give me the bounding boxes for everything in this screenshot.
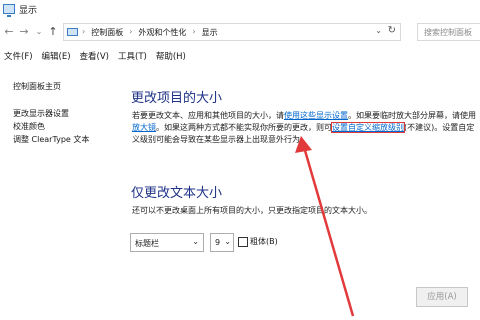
breadcrumb-appearance[interactable]: 外观和个性化: [138, 27, 186, 38]
recent-dropdown-icon[interactable]: ⌄: [33, 25, 45, 39]
sidebar: 控制面板主页 更改显示器设置 校准颜色 调整 ClearType 文本: [13, 80, 113, 146]
up-arrow-icon[interactable]: ↑: [47, 25, 59, 39]
custom-scaling-link[interactable]: 设置自定义缩放级别: [331, 122, 405, 133]
refresh-icon[interactable]: ↻: [388, 25, 396, 36]
apply-button[interactable]: 应用(A): [416, 287, 468, 307]
back-arrow-icon[interactable]: ←: [3, 25, 15, 39]
search-placeholder: 搜索控制面板: [424, 28, 472, 37]
display-icon: [3, 4, 15, 17]
sidebar-item-home[interactable]: 控制面板主页: [13, 80, 113, 93]
font-size-value: 9: [215, 238, 221, 247]
search-input[interactable]: 搜索控制面板: [417, 23, 480, 41]
sidebar-item-cleartype[interactable]: 调整 ClearType 文本: [13, 133, 113, 146]
text-size-description: 还可以不更改桌面上所有项目的大小，只更改指定项目的文本大小。: [132, 206, 372, 215]
breadcrumb-separator: ›: [129, 27, 133, 36]
menu-view[interactable]: 查看(V): [80, 50, 109, 62]
menu-file[interactable]: 文件(F): [4, 50, 33, 62]
description-text: 若要更改文本、应用和其他项目的大小，请: [132, 111, 284, 120]
section-heading-text-size: 仅更改文本大小: [131, 186, 223, 201]
menu-bar: 文件(F) 编辑(E) 查看(V) 工具(T) 帮助(H): [0, 46, 480, 66]
menu-edit[interactable]: 编辑(E): [42, 50, 71, 62]
bold-label: 粗体(B): [250, 237, 278, 246]
window-title: 显示: [19, 6, 38, 16]
address-dropdown-icon[interactable]: ⌄: [375, 26, 382, 35]
section-description: 若要更改文本、应用和其他项目的大小，请使用这些显示设置。如果要临时放大部分屏幕，…: [132, 110, 480, 146]
breadcrumb-separator: ›: [192, 27, 196, 36]
description-text: 。如果这两种方式都不能实现你所要的更改，则可: [156, 123, 332, 132]
breadcrumb-separator: ›: [82, 27, 86, 36]
control-panel-icon: [67, 28, 78, 36]
font-size-select[interactable]: 9 ⌄: [210, 233, 234, 252]
description-text: 。如果要临时放大部分屏幕，请使用: [348, 111, 476, 120]
title-bar: 显示: [0, 0, 480, 20]
section-heading-change-size: 更改项目的大小: [131, 91, 223, 106]
item-select-value: 标题栏: [135, 239, 159, 248]
display-settings-link[interactable]: 使用这些显示设置: [284, 111, 348, 120]
sidebar-item-calibrate-color[interactable]: 校准颜色: [13, 120, 113, 133]
breadcrumb-display[interactable]: 显示: [202, 27, 218, 38]
chevron-down-icon: ⌄: [192, 237, 199, 246]
menu-help[interactable]: 帮助(H): [156, 50, 186, 62]
chevron-down-icon: ⌄: [224, 237, 231, 246]
menu-tools[interactable]: 工具(T): [118, 50, 147, 62]
breadcrumb-control-panel[interactable]: 控制面板: [91, 27, 123, 38]
bold-option[interactable]: 粗体(B): [238, 236, 278, 247]
sidebar-item-display-settings[interactable]: 更改显示器设置: [13, 107, 113, 120]
address-row: ← → ⌄ ↑ › 控制面板 › 外观和个性化 › 显示 ⌄ ↻ 搜索控制面板: [0, 20, 480, 44]
bold-checkbox[interactable]: [238, 236, 248, 247]
address-bar[interactable]: › 控制面板 › 外观和个性化 › 显示 ⌄ ↻: [63, 23, 401, 41]
item-select[interactable]: 标题栏 ⌄: [130, 233, 204, 252]
breadcrumb: › 控制面板 › 外观和个性化 › 显示: [82, 27, 218, 38]
magnifier-link[interactable]: 放大镜: [132, 123, 156, 132]
forward-arrow-icon[interactable]: →: [18, 25, 30, 39]
